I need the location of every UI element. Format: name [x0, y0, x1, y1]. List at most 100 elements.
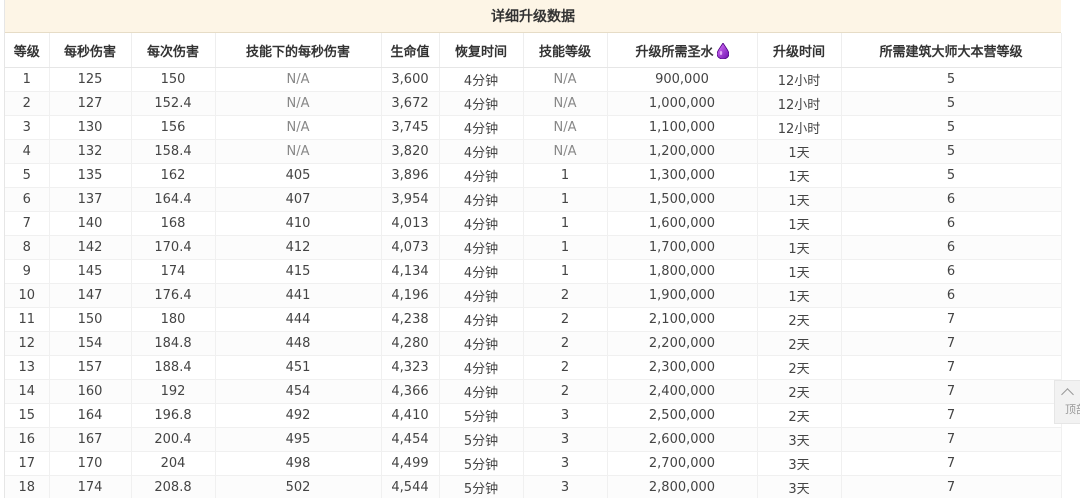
- cell-damage-per-hit: 158.4: [131, 139, 216, 164]
- cell-dps: 157: [49, 355, 132, 380]
- cell-upgrade-cost: 1,000,000: [607, 91, 758, 116]
- cell-hitpoints: 4,323: [381, 355, 440, 380]
- cell-dps: 145: [49, 259, 132, 284]
- cell-dps: 154: [49, 331, 132, 356]
- cell-hitpoints: 4,366: [381, 379, 440, 404]
- cell-recovery-time: 4分钟: [439, 115, 524, 140]
- cell-dps: 137: [49, 187, 132, 212]
- cell-ability-level: 2: [523, 331, 608, 356]
- cell-builder-hall-level: 7: [841, 355, 1062, 380]
- cell-damage-per-hit: 174: [131, 259, 216, 284]
- cell-upgrade-time: 1天: [757, 211, 842, 236]
- cell-upgrade-cost: 2,100,000: [607, 307, 758, 332]
- cell-builder-hall-level: 6: [841, 211, 1062, 236]
- cell-dps: 125: [49, 67, 132, 92]
- cell-ability-level: 2: [523, 355, 608, 380]
- cell-builder-hall-level: 6: [841, 283, 1062, 308]
- cell-ability-dps: 441: [215, 283, 382, 308]
- cell-level: 18: [5, 475, 50, 498]
- back-to-top-button[interactable]: 顶部: [1054, 380, 1080, 424]
- cell-hitpoints: 4,280: [381, 331, 440, 356]
- cell-upgrade-cost: 1,600,000: [607, 211, 758, 236]
- cell-ability-level: 2: [523, 379, 608, 404]
- cell-upgrade-time: 1天: [757, 235, 842, 260]
- cell-ability-dps: N/A: [215, 91, 382, 116]
- cell-upgrade-time: 1天: [757, 139, 842, 164]
- cell-level: 10: [5, 283, 50, 308]
- table-row: 13 157 188.4 451 4,323 4分钟 2 2,300,000 2天 7: [5, 355, 1062, 380]
- table-row: 7 140 168 410 4,013 4分钟 1 1,600,000 1天 6: [5, 211, 1062, 236]
- header-ability-dps: 技能下的每秒伤害: [215, 33, 382, 68]
- cell-level: 1: [5, 67, 50, 92]
- cell-hitpoints: 3,600: [381, 67, 440, 92]
- cell-builder-hall-level: 7: [841, 379, 1062, 404]
- cell-ability-level: N/A: [523, 115, 608, 140]
- table-row: 11 150 180 444 4,238 4分钟 2 2,100,000 2天 7: [5, 307, 1062, 332]
- cell-dps: 135: [49, 163, 132, 188]
- cell-level: 12: [5, 331, 50, 356]
- cell-builder-hall-level: 7: [841, 403, 1062, 428]
- header-upgrade-cost: 升级所需圣水: [607, 33, 758, 68]
- cell-dps: 150: [49, 307, 132, 332]
- cell-ability-level: N/A: [523, 91, 608, 116]
- header-damage-per-hit: 每次伤害: [131, 33, 216, 68]
- cell-dps: 164: [49, 403, 132, 428]
- cell-upgrade-time: 1天: [757, 283, 842, 308]
- cell-ability-dps: 412: [215, 235, 382, 260]
- table-row: 9 145 174 415 4,134 4分钟 1 1,800,000 1天 6: [5, 259, 1062, 284]
- cell-builder-hall-level: 5: [841, 163, 1062, 188]
- cell-upgrade-time: 3天: [757, 427, 842, 452]
- cell-level: 13: [5, 355, 50, 380]
- cell-recovery-time: 4分钟: [439, 379, 524, 404]
- cell-hitpoints: 4,013: [381, 211, 440, 236]
- cell-damage-per-hit: 200.4: [131, 427, 216, 452]
- cell-level: 3: [5, 115, 50, 140]
- cell-dps: 132: [49, 139, 132, 164]
- cell-ability-dps: 454: [215, 379, 382, 404]
- cell-level: 11: [5, 307, 50, 332]
- table-row: 14 160 192 454 4,366 4分钟 2 2,400,000 2天 7: [5, 379, 1062, 404]
- cell-upgrade-time: 1天: [757, 187, 842, 212]
- cell-damage-per-hit: 204: [131, 451, 216, 476]
- cell-level: 15: [5, 403, 50, 428]
- table-row: 1 125 150 N/A 3,600 4分钟 N/A 900,000 12小时 5: [5, 67, 1062, 92]
- table-row: 8 142 170.4 412 4,073 4分钟 1 1,700,000 1天 6: [5, 235, 1062, 260]
- cell-builder-hall-level: 7: [841, 307, 1062, 332]
- cell-ability-dps: 498: [215, 451, 382, 476]
- cell-dps: 170: [49, 451, 132, 476]
- cell-recovery-time: 4分钟: [439, 163, 524, 188]
- cell-recovery-time: 4分钟: [439, 67, 524, 92]
- cell-ability-level: 1: [523, 211, 608, 236]
- cell-upgrade-cost: 900,000: [607, 67, 758, 92]
- cell-damage-per-hit: 164.4: [131, 187, 216, 212]
- cell-recovery-time: 4分钟: [439, 187, 524, 212]
- cell-recovery-time: 5分钟: [439, 427, 524, 452]
- cell-level: 2: [5, 91, 50, 116]
- cell-upgrade-cost: 1,200,000: [607, 139, 758, 164]
- table-row: 16 167 200.4 495 4,454 5分钟 3 2,600,000 3天 7: [5, 427, 1062, 452]
- cell-upgrade-time: 1天: [757, 163, 842, 188]
- cell-ability-level: 2: [523, 283, 608, 308]
- cell-level: 4: [5, 139, 50, 164]
- header-recovery-time: 恢复时间: [439, 33, 524, 68]
- cell-hitpoints: 4,499: [381, 451, 440, 476]
- table-row: 4 132 158.4 N/A 3,820 4分钟 N/A 1,200,000 1天 5: [5, 139, 1062, 164]
- cell-ability-dps: 405: [215, 163, 382, 188]
- cell-upgrade-time: 2天: [757, 355, 842, 380]
- cell-ability-level: 1: [523, 259, 608, 284]
- cell-upgrade-time: 3天: [757, 475, 842, 498]
- cell-upgrade-cost: 2,500,000: [607, 403, 758, 428]
- cell-hitpoints: 3,672: [381, 91, 440, 116]
- cell-damage-per-hit: 188.4: [131, 355, 216, 380]
- cell-recovery-time: 4分钟: [439, 235, 524, 260]
- cell-upgrade-cost: 2,200,000: [607, 331, 758, 356]
- cell-ability-dps: 444: [215, 307, 382, 332]
- cell-upgrade-cost: 1,900,000: [607, 283, 758, 308]
- cell-upgrade-time: 2天: [757, 403, 842, 428]
- cell-ability-level: 3: [523, 427, 608, 452]
- cell-damage-per-hit: 152.4: [131, 91, 216, 116]
- cell-ability-dps: 451: [215, 355, 382, 380]
- cell-builder-hall-level: 7: [841, 331, 1062, 356]
- table-row: 12 154 184.8 448 4,280 4分钟 2 2,200,000 2天 7: [5, 331, 1062, 356]
- cell-ability-dps: 495: [215, 427, 382, 452]
